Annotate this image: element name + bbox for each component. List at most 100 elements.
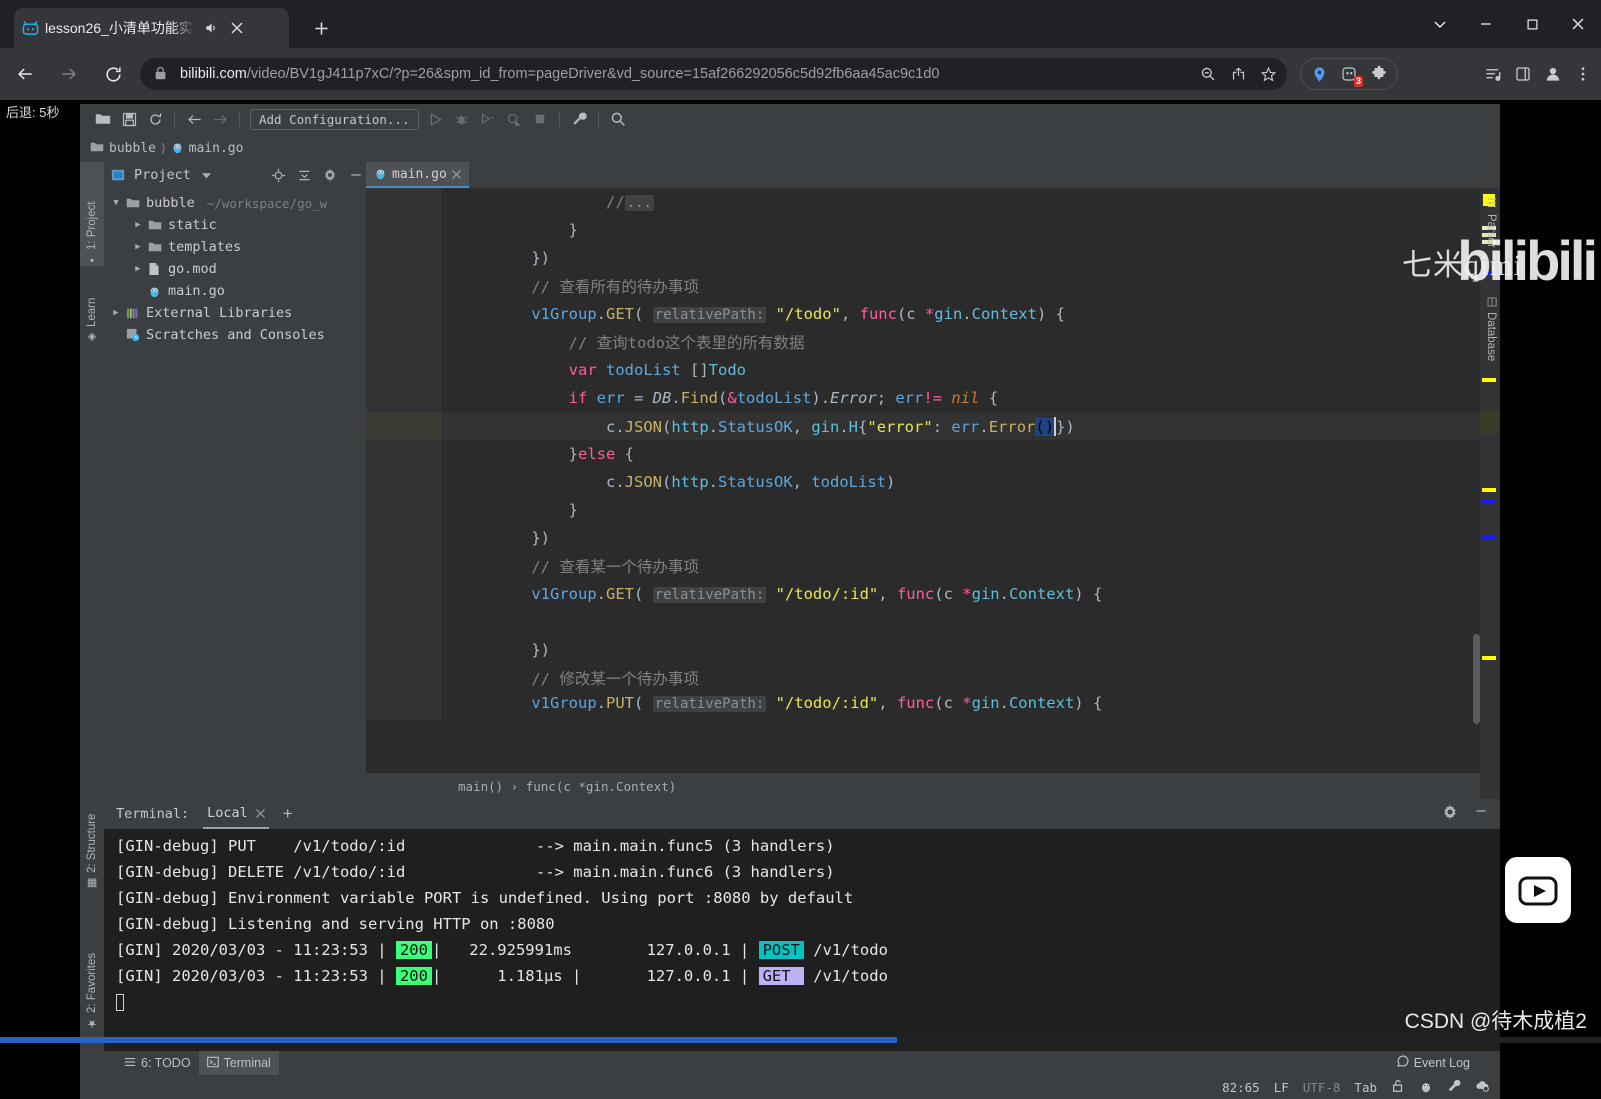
sidebar-item-favorites[interactable]: ★ 2: Favorites (80, 902, 104, 1030)
extension-puzzle-icon[interactable] (1365, 60, 1393, 88)
video-progress-bar[interactable] (0, 1037, 1601, 1043)
tree-item-static[interactable]: ▶ static (104, 214, 366, 236)
bottom-item-todo[interactable]: 6: TODO (116, 1051, 199, 1075)
code-line[interactable]: 75− } (366, 216, 1500, 244)
tree-item-scratches-and-consoles[interactable]: Scratches and Consoles (104, 324, 366, 346)
event-log-button[interactable]: Event Log (1397, 1055, 1470, 1070)
tree-item-go-mod[interactable]: ▶ go.mod (104, 258, 366, 280)
breadcrumb-project[interactable]: bubble (109, 141, 156, 156)
forward-icon[interactable] (50, 55, 88, 93)
terminal-output[interactable]: [GIN-debug] PUT /v1/todo/:id --> main.ma… (104, 829, 1500, 1051)
minimize-icon[interactable] (1474, 804, 1488, 823)
save-all-icon[interactable] (116, 107, 142, 131)
code-line[interactable]: 91 // 修改某一个待办事项 (366, 664, 1500, 692)
file-encoding[interactable]: UTF-8 (1303, 1080, 1341, 1095)
editor-scrollbar-thumb[interactable] (1473, 634, 1480, 724)
back-icon[interactable] (6, 55, 44, 93)
close-icon[interactable] (227, 18, 247, 38)
tab-main-go[interactable]: main.go (366, 162, 469, 188)
forward-icon[interactable] (207, 107, 233, 131)
chevron-right-icon[interactable]: ▶ (132, 220, 144, 230)
bookmark-star-icon[interactable] (1255, 61, 1281, 87)
reload-icon[interactable] (94, 55, 132, 93)
locate-icon[interactable] (268, 165, 288, 185)
settings-gear-icon[interactable] (320, 165, 340, 185)
code-line[interactable]: 79 // 查询todo这个表里的所有数据 (366, 328, 1500, 356)
profile-icon[interactable] (1539, 60, 1567, 88)
code-line[interactable]: 81− if err = DB.Find(&todoList).Error; e… (366, 384, 1500, 412)
tree-item-bubble[interactable]: ▼ bubble ~/workspace/go_w (104, 192, 366, 214)
code-line[interactable]: 88− v1Group.GET( relativePath: "/todo/:i… (366, 580, 1500, 608)
side-panel-icon[interactable] (1509, 60, 1537, 88)
tree-item-main-go[interactable]: main.go (104, 280, 366, 302)
code-editor[interactable]: 70+ //...75− }76− })77 // 查看所有的待办事项78− v… (366, 188, 1500, 773)
code-line[interactable]: 80 var todoList []Todo (366, 356, 1500, 384)
sync-icon[interactable] (142, 107, 168, 131)
search-icon[interactable] (605, 107, 631, 131)
indent-setting[interactable]: Tab (1354, 1080, 1377, 1095)
sidebar-item-project[interactable]: ▪ 1: Project (80, 162, 104, 266)
gopher-icon[interactable] (1419, 1079, 1433, 1096)
new-tab-button[interactable] (305, 12, 337, 44)
bottom-item-terminal[interactable]: Terminal (198, 1051, 279, 1075)
close-window-button[interactable] (1555, 0, 1601, 48)
chevron-down-icon[interactable] (197, 165, 217, 185)
speaker-icon[interactable] (201, 18, 221, 38)
collapse-all-icon[interactable] (294, 165, 314, 185)
minimize-button[interactable] (1463, 0, 1509, 48)
chevron-down-icon[interactable]: ▼ (110, 198, 122, 208)
tab-search-button[interactable] (1417, 0, 1463, 48)
code-line[interactable]: 87 // 查看某一个待办事项 (366, 552, 1500, 580)
code-line[interactable]: 85− } (366, 496, 1500, 524)
address-bar[interactable]: bilibili.com/video/BV1gJ411p7xC/?p=26&sp… (140, 58, 1287, 90)
chevron-right-icon[interactable]: ▶ (132, 264, 144, 274)
hide-panel-icon[interactable] (346, 165, 366, 185)
video-player-area[interactable]: 后退: 5秒 Add Configuration... bubble ⟩ mai… (0, 100, 1601, 1099)
chevron-right-icon[interactable]: ▶ (132, 242, 144, 252)
sidebar-item-structure[interactable]: ▦ 2: Structure (80, 772, 104, 890)
debug-icon[interactable] (449, 107, 475, 131)
code-line[interactable]: 70+ //... (366, 188, 1500, 216)
code-line[interactable]: 83− }else { (366, 440, 1500, 468)
code-line[interactable]: 86− }) (366, 524, 1500, 552)
code-line[interactable]: 77 // 查看所有的待办事项 (366, 272, 1500, 300)
add-configuration-button[interactable]: Add Configuration... (250, 108, 419, 130)
back-icon[interactable] (181, 107, 207, 131)
code-line[interactable]: 82 c.JSON(http.StatusOK, gin.H{"error": … (366, 412, 1500, 440)
open-folder-icon[interactable] (90, 107, 116, 131)
extension-icon-with-badge[interactable]: 3 (1335, 60, 1363, 88)
breadcrumb-file[interactable]: main.go (189, 141, 244, 156)
close-icon[interactable] (451, 167, 461, 182)
chrome-menu-icon[interactable] (1569, 60, 1597, 88)
settings-wrench-icon[interactable] (566, 107, 592, 131)
code-line[interactable]: 92− v1Group.PUT( relativePath: "/todo/:i… (366, 692, 1500, 720)
lock-open-icon[interactable] (1391, 1079, 1405, 1096)
code-line[interactable]: 90− }) (366, 636, 1500, 664)
lock-icon[interactable] (154, 66, 170, 82)
run-with-coverage-icon[interactable] (475, 107, 501, 131)
code-line[interactable]: 76− }) (366, 244, 1500, 272)
code-line[interactable]: 89 (366, 608, 1500, 636)
sidebar-item-database[interactable]: ◫ Database (1484, 294, 1498, 399)
bilibili-play-icon[interactable] (1505, 857, 1571, 923)
settings-gear-icon[interactable] (1442, 804, 1458, 823)
profile-run-icon[interactable] (501, 107, 527, 131)
location-pin-icon[interactable] (1305, 60, 1333, 88)
terminal-tab-local[interactable]: Local (203, 799, 269, 829)
run-icon[interactable] (423, 107, 449, 131)
zoom-out-icon[interactable] (1195, 61, 1221, 87)
share-icon[interactable] (1225, 61, 1251, 87)
cloud-sync-icon[interactable] (1475, 1078, 1490, 1096)
maximize-button[interactable] (1509, 0, 1555, 48)
close-icon[interactable] (255, 806, 265, 821)
chevron-right-icon[interactable]: ▶ (110, 308, 122, 318)
tree-item-templates[interactable]: ▶ templates (104, 236, 366, 258)
code-line[interactable]: 78− v1Group.GET( relativePath: "/todo", … (366, 300, 1500, 328)
sidebar-item-learn[interactable]: ◈ Learn (80, 272, 104, 344)
stop-icon[interactable] (527, 107, 553, 131)
line-separator[interactable]: LF (1274, 1080, 1289, 1095)
reading-list-icon[interactable] (1479, 60, 1507, 88)
tree-item-external-libraries[interactable]: ▶ External Libraries (104, 302, 366, 324)
browser-tab[interactable]: lesson26_小清单功能实现_ (14, 8, 289, 48)
terminal-prompt-line[interactable] (116, 989, 1500, 1015)
